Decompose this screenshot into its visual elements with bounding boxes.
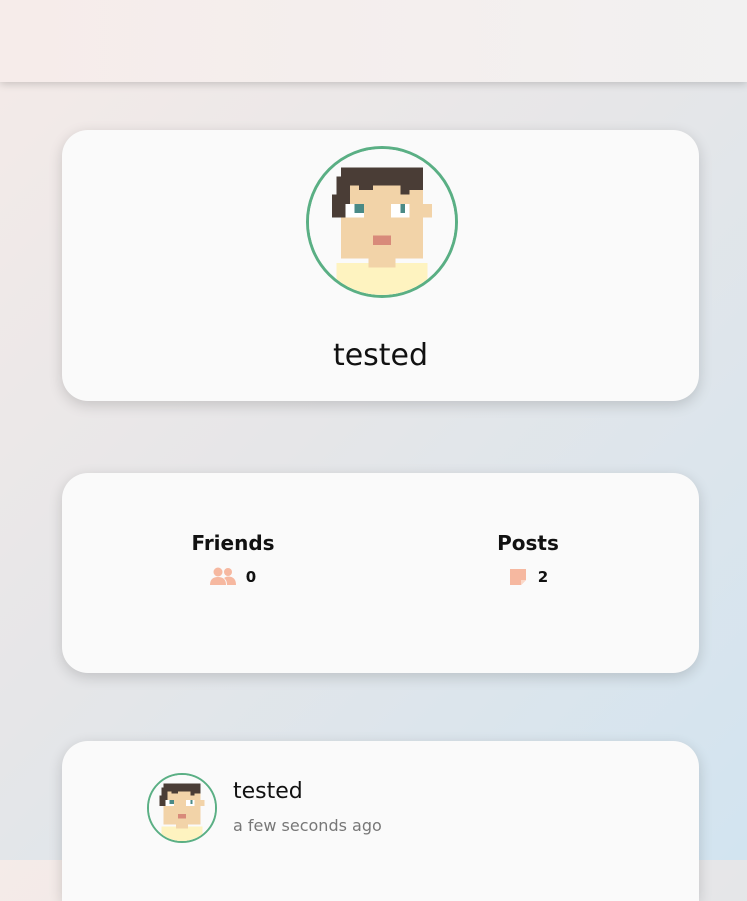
profile-username: tested xyxy=(332,338,429,373)
stats-card: Friends 0 Posts 2 xyxy=(62,473,699,673)
pixel-avatar-image xyxy=(309,149,455,295)
friends-label: Friends xyxy=(191,531,275,555)
profile-avatar[interactable] xyxy=(306,146,458,298)
posts-label: Posts xyxy=(497,531,559,555)
friends-count: 0 xyxy=(245,568,257,586)
posts-stat[interactable]: Posts 2 xyxy=(428,531,628,587)
post-timestamp: a few seconds ago xyxy=(233,816,382,835)
users-icon xyxy=(209,567,236,587)
note-icon xyxy=(508,567,528,587)
posts-count: 2 xyxy=(537,568,549,586)
post-author-avatar[interactable] xyxy=(147,773,217,843)
post-card: tested a few seconds ago xyxy=(62,741,699,901)
top-navigation-bar xyxy=(0,0,747,82)
post-author-name[interactable]: tested xyxy=(233,779,303,804)
friends-stat[interactable]: Friends 0 xyxy=(133,531,333,587)
profile-card: tested xyxy=(62,130,699,401)
pixel-avatar-image xyxy=(149,775,215,841)
